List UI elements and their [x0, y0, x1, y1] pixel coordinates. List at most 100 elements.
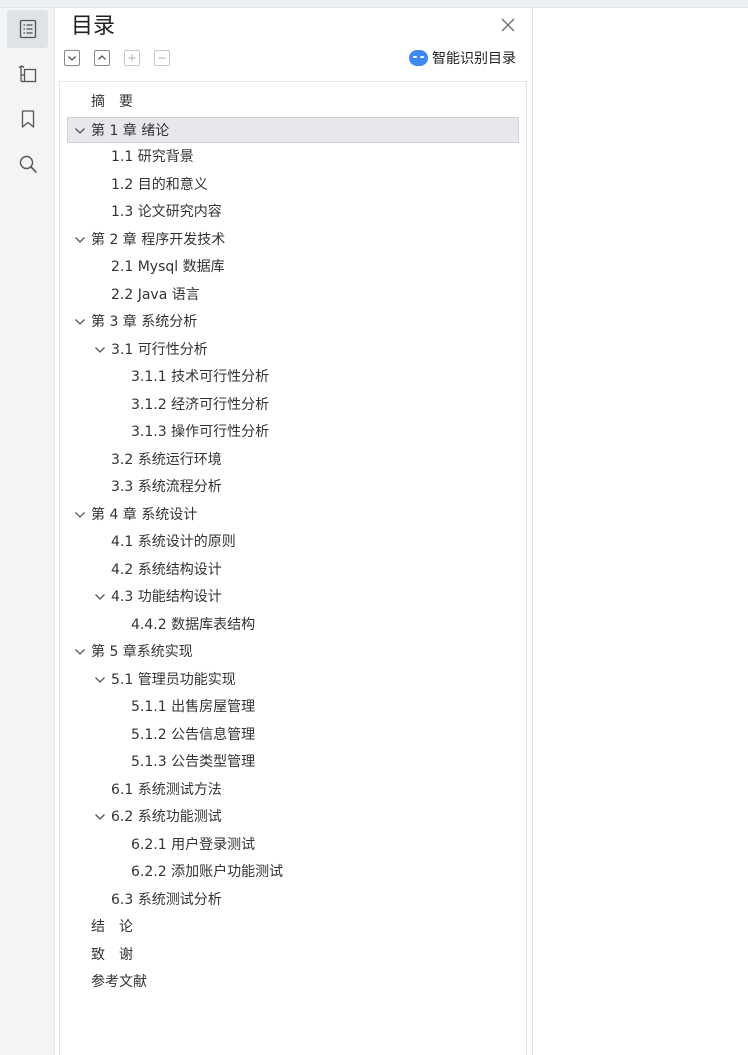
toc-item[interactable]: 第 2 章 程序开发技术	[67, 227, 519, 253]
toc-item[interactable]: 6.3 系统测试分析	[67, 887, 519, 913]
toc-item[interactable]: 2.2 Java 语言	[67, 282, 519, 308]
collapse-all-button[interactable]	[64, 50, 80, 66]
toc-item[interactable]: 第 1 章 绪论	[67, 116, 519, 143]
toc-item-label: 致 谢	[91, 946, 133, 963]
toc-item-label: 1.1 研究背景	[111, 149, 194, 165]
chevron-down-icon[interactable]	[74, 125, 86, 137]
toc-button[interactable]	[7, 10, 48, 48]
toc-item[interactable]: 参考文献	[67, 969, 519, 995]
toc-item-label: 第 5 章系统实现	[91, 644, 193, 660]
toc-item-label: 3.2 系统运行环境	[111, 451, 222, 468]
toc-item-label: 第 1 章 绪论	[91, 122, 170, 139]
collapse-all-icon	[68, 56, 76, 61]
toc-item[interactable]: 3.3 系统流程分析	[67, 474, 519, 500]
toc-item[interactable]: 4.3 功能结构设计	[67, 584, 519, 610]
toc-item[interactable]: 1.1 研究背景	[67, 144, 519, 170]
toc-item-label: 3.1.2 经济可行性分析	[131, 396, 270, 413]
toc-item-label: 参考文献	[91, 974, 147, 990]
toc-item[interactable]: 3.2 系统运行环境	[67, 447, 519, 473]
toc-item[interactable]: 4.1 系统设计的原则	[67, 529, 519, 555]
add-icon	[128, 54, 136, 62]
search-button[interactable]	[7, 145, 48, 183]
toc-item-label: 4.1 系统设计的原则	[111, 534, 236, 550]
window-top-edge	[0, 0, 748, 8]
toc-item-label: 第 4 章 系统设计	[91, 506, 198, 523]
toc-item[interactable]: 5.1.3 公告类型管理	[67, 749, 519, 775]
toc-item-label: 6.3 系统测试分析	[111, 891, 222, 908]
toc-item-label: 第 2 章 程序开发技术	[91, 231, 226, 248]
toc-item[interactable]: 3.1 可行性分析	[67, 337, 519, 363]
toc-item-label: 2.1 Mysql 数据库	[111, 259, 225, 275]
chevron-down-icon[interactable]	[74, 234, 86, 246]
toc-panel: 目录 智能识别目录 摘 要第 1 章 绪论 1.1 研究背景 1.2 目的和意义 1.…	[56, 8, 533, 1055]
toc-item[interactable]: 5.1.2 公告信息管理	[67, 722, 519, 748]
toc-item[interactable]: 6.2.2 添加账户功能测试	[67, 859, 519, 885]
toc-item[interactable]: 3.1.1 技术可行性分析	[67, 364, 519, 390]
toc-item[interactable]: 6.2.1 用户登录测试	[67, 832, 519, 858]
toc-item[interactable]: 摘 要	[67, 89, 519, 115]
toc-item[interactable]: 第 5 章系统实现	[67, 639, 519, 665]
toc-item-label: 1.3 论文研究内容	[111, 204, 222, 220]
toc-item-label: 摘 要	[91, 94, 133, 110]
toc-item-label: 6.2.2 添加账户功能测试	[131, 864, 284, 880]
toc-item[interactable]: 6.2 系统功能测试	[67, 804, 519, 830]
toc-item-label: 4.3 功能结构设计	[111, 589, 222, 605]
toc-item-label: 6.2 系统功能测试	[111, 809, 222, 825]
toc-icon	[19, 19, 36, 39]
panel-title: 目录	[71, 14, 116, 39]
toc-item-label: 6.2.1 用户登录测试	[131, 836, 256, 853]
toc-item[interactable]: 5.1.1 出售房屋管理	[67, 694, 519, 720]
toc-item-label: 1.2 目的和意义	[111, 176, 208, 193]
toc-item-label: 结 论	[91, 919, 133, 935]
search-icon	[19, 155, 37, 173]
toc-item[interactable]: 3.1.3 操作可行性分析	[67, 419, 519, 445]
smart-recognize-button[interactable]: 智能识别目录	[409, 48, 516, 68]
chevron-down-icon[interactable]	[74, 646, 86, 658]
toc-item-label: 第 3 章 系统分析	[91, 314, 198, 330]
toc-item-label: 5.1 管理员功能实现	[111, 671, 236, 688]
chevron-down-icon[interactable]	[94, 344, 106, 356]
toc-item[interactable]: 2.1 Mysql 数据库	[67, 254, 519, 280]
toc-item[interactable]: 6.1 系统测试方法	[67, 777, 519, 803]
toc-item-label: 3.1 可行性分析	[111, 341, 208, 358]
sidebar-rail	[0, 8, 55, 1055]
toc-item-label: 3.1.1 技术可行性分析	[131, 369, 270, 385]
chevron-down-icon[interactable]	[94, 811, 106, 823]
chevron-down-icon[interactable]	[94, 674, 106, 686]
toc-item[interactable]: 1.2 目的和意义	[67, 172, 519, 198]
smart-recognize-label: 智能识别目录	[432, 51, 516, 67]
chevron-down-icon[interactable]	[94, 591, 106, 603]
toc-item[interactable]: 4.2 系统结构设计	[67, 557, 519, 583]
toc-item[interactable]: 第 3 章 系统分析	[67, 309, 519, 335]
toc-item-label: 3.3 系统流程分析	[111, 479, 222, 495]
toc-tree: 摘 要第 1 章 绪论 1.1 研究背景 1.2 目的和意义 1.3 论文研究内容第 …	[59, 81, 527, 1055]
close-icon[interactable]	[500, 17, 516, 33]
toc-item-label: 6.1 系统测试方法	[111, 781, 222, 798]
chevron-down-icon[interactable]	[74, 316, 86, 328]
toc-item[interactable]: 致 谢	[67, 942, 519, 968]
toc-item-label: 5.1.3 公告类型管理	[131, 754, 256, 770]
toc-item-label: 4.2 系统结构设计	[111, 561, 222, 578]
toc-item[interactable]: 4.4.2 数据库表结构	[67, 612, 519, 638]
remove-icon	[158, 57, 166, 59]
toc-item-label: 4.4.2 数据库表结构	[131, 616, 256, 633]
outline-tree-icon	[18, 65, 36, 83]
remove-heading-button[interactable]	[154, 50, 170, 66]
expand-all-button[interactable]	[94, 50, 110, 66]
bookmark-icon	[21, 110, 34, 128]
toc-item-label: 3.1.3 操作可行性分析	[131, 424, 270, 440]
ai-assistant-icon	[409, 50, 428, 66]
bookmark-button[interactable]	[7, 100, 48, 138]
toc-item[interactable]: 结 论	[67, 914, 519, 940]
add-heading-button[interactable]	[124, 50, 140, 66]
expand-all-icon	[98, 55, 106, 60]
toc-item-label: 5.1.2 公告信息管理	[131, 726, 256, 743]
outline-tree-button[interactable]	[7, 55, 48, 93]
toc-item-label: 2.2 Java 语言	[111, 286, 200, 303]
toc-item[interactable]: 1.3 论文研究内容	[67, 199, 519, 225]
toc-item[interactable]: 第 4 章 系统设计	[67, 502, 519, 528]
chevron-down-icon[interactable]	[74, 509, 86, 521]
toc-item[interactable]: 3.1.2 经济可行性分析	[67, 392, 519, 418]
toc-item[interactable]: 5.1 管理员功能实现	[67, 667, 519, 693]
toc-item-label: 5.1.1 出售房屋管理	[131, 699, 256, 715]
